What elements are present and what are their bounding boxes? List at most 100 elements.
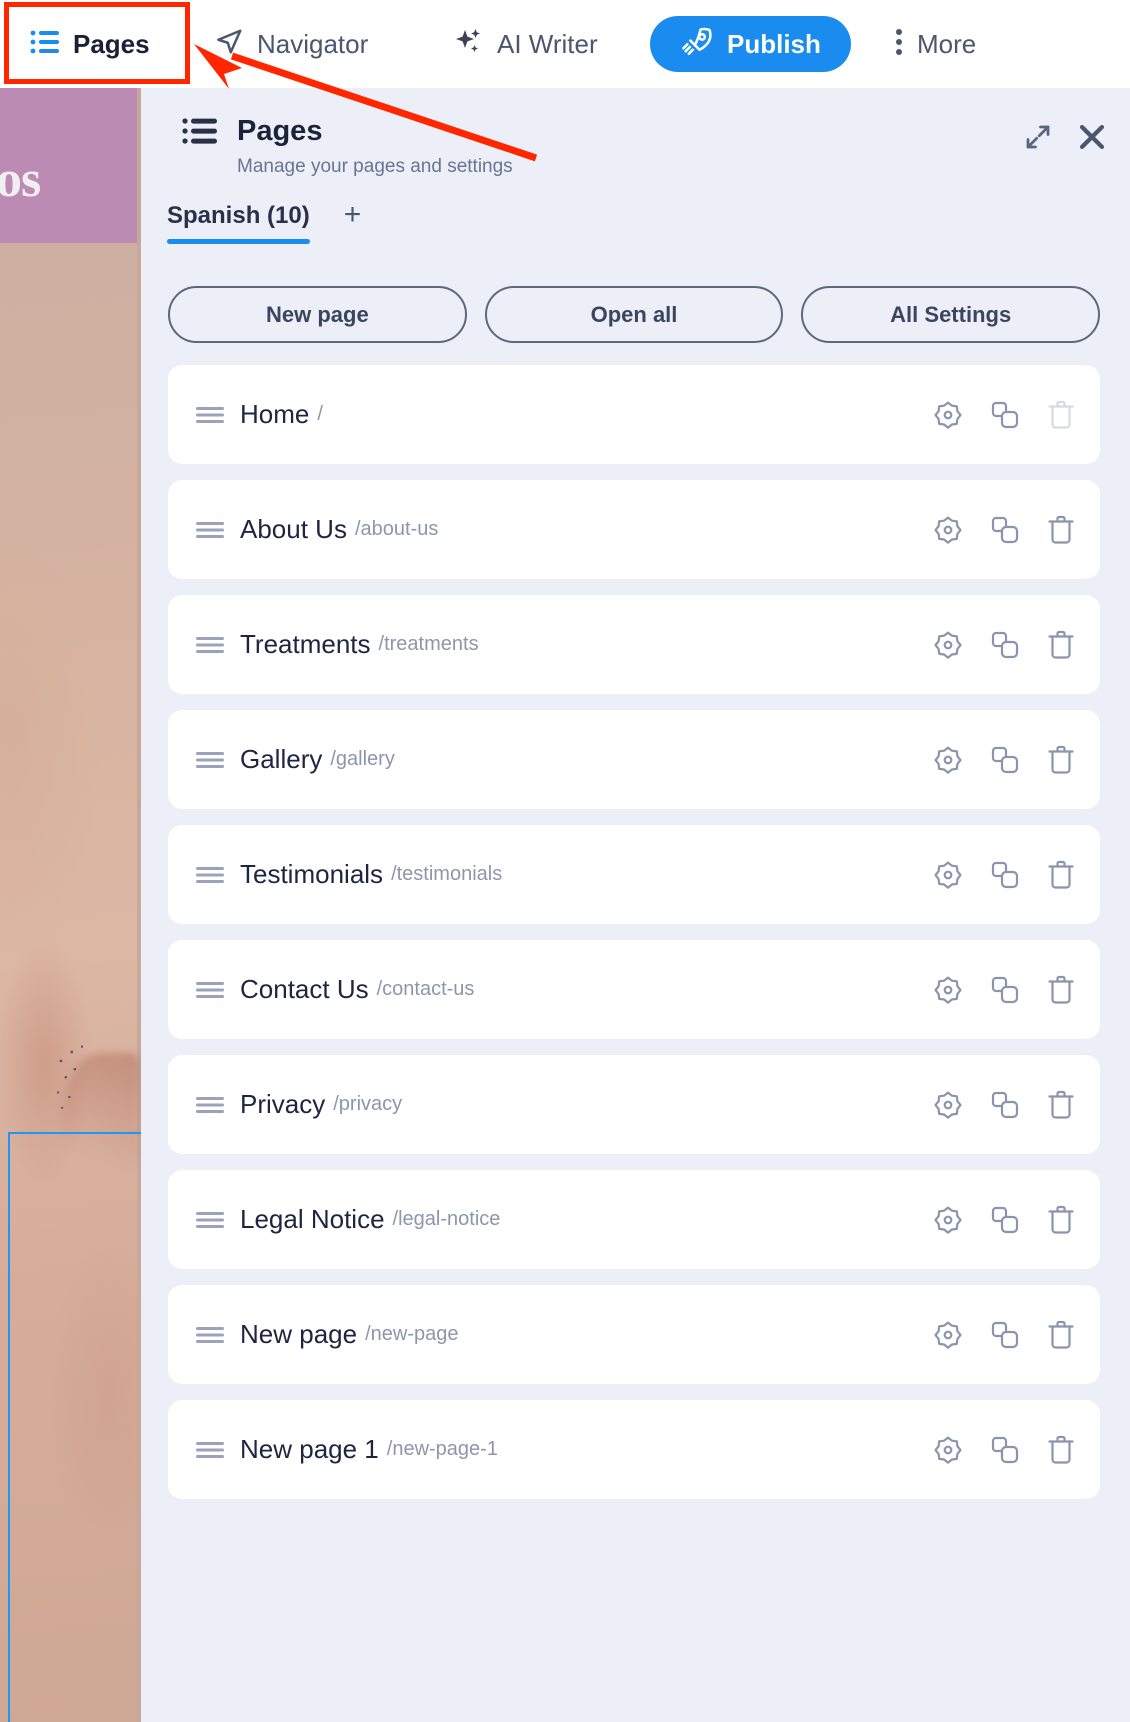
gear-icon[interactable] (932, 1319, 964, 1351)
sparkles-icon (452, 26, 484, 63)
expand-icon[interactable] (1023, 122, 1053, 152)
drag-handle-icon[interactable] (196, 1325, 224, 1345)
duplicate-icon[interactable] (990, 1320, 1020, 1350)
trash-icon[interactable] (1046, 744, 1076, 776)
drag-handle-icon[interactable] (196, 980, 224, 1000)
preview-photo-speckles (55, 1043, 115, 1133)
toolbar-item-more[interactable]: More (876, 16, 994, 72)
gear-icon[interactable] (932, 1434, 964, 1466)
duplicate-icon[interactable] (990, 1205, 1020, 1235)
drag-handle-icon[interactable] (196, 635, 224, 655)
row-action-icons (932, 859, 1076, 891)
trash-icon[interactable] (1046, 1089, 1076, 1121)
page-slug: /testimonials (391, 863, 503, 885)
page-slug: /contact-us (376, 978, 475, 1000)
trash-icon[interactable] (1046, 629, 1076, 661)
table-row[interactable]: Privacy /privacy (168, 1055, 1100, 1154)
duplicate-icon[interactable] (990, 630, 1020, 660)
page-name: New page 1 (240, 1434, 379, 1464)
trash-icon[interactable] (1046, 1434, 1076, 1466)
drag-handle-icon[interactable] (196, 750, 224, 770)
trash-icon[interactable] (1046, 399, 1076, 431)
pages-panel: Pages Manage your pages and settings Spa… (141, 88, 1130, 1722)
toolbar-item-ai-writer[interactable]: AI Writer (434, 16, 616, 72)
drag-handle-icon[interactable] (196, 1210, 224, 1230)
duplicate-icon[interactable] (990, 745, 1020, 775)
page-name: Testimonials (240, 859, 384, 889)
table-row[interactable]: New page 1 /new-page-1 (168, 1400, 1100, 1499)
gear-icon[interactable] (932, 514, 964, 546)
gear-icon[interactable] (932, 974, 964, 1006)
gear-icon[interactable] (932, 1204, 964, 1236)
table-row[interactable]: About Us /about-us (168, 480, 1100, 579)
row-action-icons (932, 744, 1076, 776)
drag-handle-icon[interactable] (196, 405, 224, 425)
trash-icon[interactable] (1046, 974, 1076, 1006)
gear-icon[interactable] (932, 629, 964, 661)
gear-icon[interactable] (932, 399, 964, 431)
drag-handle-icon[interactable] (196, 1440, 224, 1460)
page-title: Pages (237, 115, 323, 147)
drag-handle-icon[interactable] (196, 1095, 224, 1115)
drag-handle-icon[interactable] (196, 865, 224, 885)
table-row[interactable]: Treatments /treatments (168, 595, 1100, 694)
toolbar-label-navigator: Navigator (257, 28, 369, 59)
page-slug: /treatments (378, 633, 479, 655)
duplicate-icon[interactable] (990, 400, 1020, 430)
page-name: Privacy (240, 1089, 326, 1119)
gear-icon[interactable] (932, 1089, 964, 1121)
table-row[interactable]: New page /new-page (168, 1285, 1100, 1384)
duplicate-icon[interactable] (990, 860, 1020, 890)
preview-hero-text: os (0, 151, 41, 208)
duplicate-icon[interactable] (990, 515, 1020, 545)
trash-icon[interactable] (1046, 1319, 1076, 1351)
app-root: os Pages Navigator AI Writer Publish Mor… (0, 0, 1130, 1722)
page-slug: /about-us (354, 518, 439, 540)
table-row[interactable]: Gallery /gallery (168, 710, 1100, 809)
row-action-icons (932, 1089, 1076, 1121)
gear-icon[interactable] (932, 859, 964, 891)
duplicate-icon[interactable] (990, 975, 1020, 1005)
page-slug: /new-page-1 (386, 1438, 498, 1460)
row-action-icons (932, 1434, 1076, 1466)
row-action-icons (932, 399, 1076, 431)
gear-icon[interactable] (932, 744, 964, 776)
table-row[interactable]: Testimonials /testimonials (168, 825, 1100, 924)
tab-spanish[interactable]: Spanish (10) (167, 202, 310, 244)
duplicate-icon[interactable] (990, 1435, 1020, 1465)
new-page-button[interactable]: New page (168, 286, 467, 343)
list-icon (182, 116, 218, 153)
page-name: Legal Notice (240, 1204, 385, 1234)
toolbar-item-navigator[interactable]: Navigator (196, 16, 386, 72)
drag-handle-icon[interactable] (196, 520, 224, 540)
page-name: Home (240, 399, 310, 429)
trash-icon[interactable] (1046, 514, 1076, 546)
page-name: About Us (240, 514, 347, 544)
page-slug: /gallery (330, 748, 395, 770)
rocket-icon (680, 25, 714, 64)
toolbar-label-ai-writer: AI Writer (497, 28, 598, 59)
table-row[interactable]: Home / (168, 365, 1100, 464)
duplicate-icon[interactable] (990, 1090, 1020, 1120)
panel-action-buttons: New page Open all All Settings (141, 262, 1130, 343)
toolbar-label-more: More (917, 28, 977, 59)
open-all-button[interactable]: Open all (484, 286, 784, 343)
trash-icon[interactable] (1046, 859, 1076, 891)
trash-icon[interactable] (1046, 1204, 1076, 1236)
table-row[interactable]: Legal Notice /legal-notice (168, 1170, 1100, 1269)
toolbar-item-pages[interactable]: Pages (12, 16, 168, 72)
page-slug: /new-page (365, 1323, 459, 1345)
panel-subtitle: Manage your pages and settings (237, 156, 513, 177)
row-action-icons (932, 974, 1076, 1006)
page-name: Gallery (240, 744, 323, 774)
page-slug: / (317, 403, 323, 425)
table-row[interactable]: Contact Us /contact-us (168, 940, 1100, 1039)
row-action-icons (932, 1319, 1076, 1351)
all-settings-button[interactable]: All Settings (801, 286, 1101, 343)
close-icon[interactable] (1075, 120, 1109, 154)
add-language-tab-button[interactable]: + (338, 200, 368, 230)
page-name: Contact Us (240, 974, 369, 1004)
row-action-icons (932, 1204, 1076, 1236)
toolbar-item-publish[interactable]: Publish (650, 16, 851, 72)
site-preview-canvas[interactable]: os (0, 88, 141, 1722)
